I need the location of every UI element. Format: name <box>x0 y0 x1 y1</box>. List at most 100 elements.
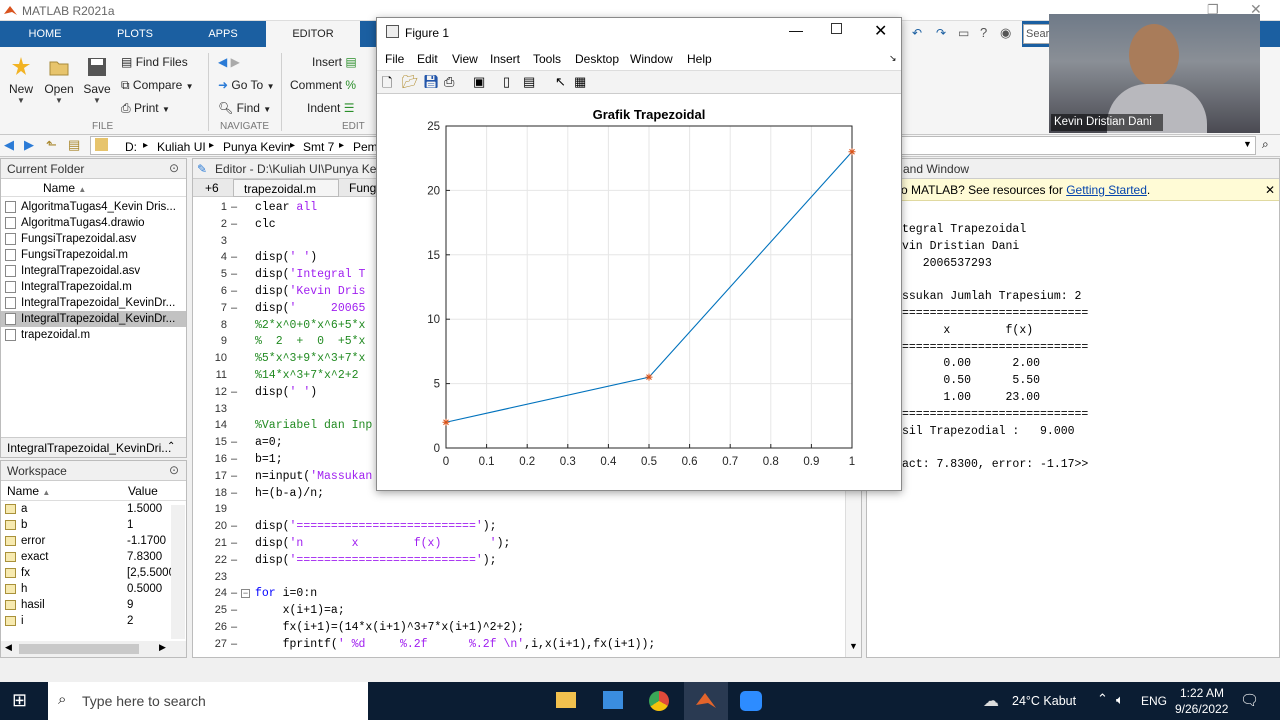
path-segment[interactable]: Punya Kevin <box>223 140 290 154</box>
line-number[interactable]: 3 <box>193 235 227 247</box>
list-item[interactable]: FungsiTrapezoidal.asv <box>1 231 186 247</box>
breakpoint-marker[interactable]: – <box>231 638 237 650</box>
control-panel-icon[interactable] <box>603 691 623 709</box>
line-number[interactable]: 1 <box>193 201 227 213</box>
code-line[interactable]: clear all <box>255 201 317 214</box>
help-icon[interactable]: ? <box>980 25 987 40</box>
weather-text[interactable]: 24°C Kabut <box>1012 694 1076 708</box>
breakpoint-marker[interactable]: – <box>231 218 237 230</box>
open-file-icon[interactable]: 📂︎ <box>402 74 419 90</box>
maximize-icon[interactable] <box>831 23 842 34</box>
breakpoint-marker[interactable]: – <box>231 285 237 297</box>
data-point-marker[interactable] <box>645 373 653 381</box>
line-number[interactable]: 5 <box>193 268 227 280</box>
list-item[interactable]: trapezoidal.m <box>1 327 186 343</box>
table-row[interactable]: i2 <box>1 613 186 629</box>
chevron-down-icon[interactable]: ▼ <box>1243 139 1252 149</box>
up-folder-icon[interactable]: ⬑ <box>46 137 57 153</box>
code-line[interactable]: %2*x^0+0*x^6+5*x <box>255 319 365 332</box>
menu-window[interactable]: Window <box>630 52 673 66</box>
search-documentation-input[interactable]: Searc <box>1023 24 1055 44</box>
breakpoint-marker[interactable]: – <box>231 520 237 532</box>
table-row[interactable]: h 0.5000 <box>1 581 186 597</box>
scroll-right-icon[interactable]: ▶ <box>159 642 166 653</box>
panel-menu-icon[interactable]: ⊙ <box>169 463 179 477</box>
vertical-scrollbar[interactable] <box>171 505 185 639</box>
close-icon[interactable]: ✕ <box>874 21 887 41</box>
clock-date[interactable]: 9/26/2022 <box>1175 702 1228 716</box>
list-item[interactable]: FungsiTrapezoidal.m <box>1 247 186 263</box>
back-icon[interactable]: ◀ <box>4 137 14 153</box>
new-button[interactable]: New ▼ <box>8 55 34 105</box>
breakpoint-marker[interactable]: – <box>231 537 237 549</box>
breakpoint-marker[interactable]: – <box>231 201 237 213</box>
table-row[interactable]: a 1.5000 <box>1 501 186 517</box>
print-button[interactable]: ⎙ Print ▼ <box>121 101 170 116</box>
line-number[interactable]: 22 <box>193 554 227 566</box>
clock-time[interactable]: 1:22 AM <box>1180 686 1224 700</box>
go-to-button[interactable]: ➜ Go To ▼ <box>218 78 274 92</box>
horizontal-scrollbar[interactable]: ◀ ▶ <box>1 641 186 657</box>
forward-icon[interactable]: ▶ <box>24 137 34 153</box>
menu-edit[interactable]: Edit <box>417 52 438 66</box>
insert-legend-icon[interactable]: ▤ <box>523 74 535 90</box>
table-row[interactable]: fx [2,5.5000 <box>1 565 186 581</box>
chevron-up-icon[interactable]: ⌃ <box>167 441 175 452</box>
list-item[interactable]: IntegralTrapezoidal_KevinDr... <box>1 311 186 327</box>
line-number[interactable]: 21 <box>193 537 227 549</box>
minimize-icon[interactable]: — <box>789 22 803 38</box>
line-number[interactable]: 20 <box>193 520 227 532</box>
breakpoint-marker[interactable]: – <box>231 587 237 599</box>
line-number[interactable]: 24 <box>193 587 227 599</box>
zoom-icon[interactable] <box>740 691 762 711</box>
code-line[interactable]: % 2 + 0 +5*x <box>255 335 365 348</box>
browse-folder-icon[interactable]: ▤ <box>68 137 80 153</box>
line-number[interactable]: 16 <box>193 453 227 465</box>
breakpoint-marker[interactable]: – <box>231 621 237 633</box>
path-segment[interactable]: D: <box>125 140 137 154</box>
code-line[interactable]: disp('Kevin Dris <box>255 285 365 298</box>
fold-toggle-icon[interactable]: − <box>241 589 250 598</box>
breakpoint-marker[interactable]: – <box>231 386 237 398</box>
breakpoint-marker[interactable]: – <box>231 453 237 465</box>
breakpoint-marker[interactable]: – <box>231 470 237 482</box>
code-line[interactable]: disp(' ') <box>255 386 317 399</box>
breakpoint-marker[interactable]: – <box>231 487 237 499</box>
line-number[interactable]: 2 <box>193 218 227 230</box>
dock-arrow-icon[interactable]: ↘ <box>889 53 897 64</box>
code-line[interactable]: %Variabel dan Inp <box>255 419 372 432</box>
tab-plots[interactable]: PLOTS <box>100 21 170 47</box>
open-button[interactable]: Open ▼ <box>44 55 74 105</box>
matlab-taskbar-button[interactable] <box>684 682 728 720</box>
windows-start-icon[interactable]: ⊞ <box>12 690 27 711</box>
scroll-left-icon[interactable]: ◀ <box>5 642 12 653</box>
breakpoint-marker[interactable]: – <box>231 554 237 566</box>
scrollbar-thumb[interactable] <box>19 644 139 654</box>
save-button[interactable]: Save ▼ <box>83 55 111 105</box>
code-line[interactable]: disp('=========================='); <box>255 520 497 533</box>
table-row[interactable]: b1 <box>1 517 186 533</box>
arrow-left-icon[interactable]: ◀ <box>218 55 227 69</box>
language-indicator[interactable]: ENG <box>1141 694 1167 708</box>
redo-icon[interactable]: ↷ <box>936 26 946 40</box>
data-point-marker[interactable] <box>848 148 856 156</box>
line-number[interactable]: 14 <box>193 419 227 431</box>
line-number[interactable]: 6 <box>193 285 227 297</box>
data-point-marker[interactable] <box>442 418 450 426</box>
code-line[interactable]: clc <box>255 218 276 231</box>
breakpoint-marker[interactable]: – <box>231 251 237 263</box>
path-segment[interactable]: Kuliah UI <box>157 140 206 154</box>
line-number[interactable]: 15 <box>193 436 227 448</box>
line-number[interactable]: 23 <box>193 571 227 583</box>
list-item[interactable]: IntegralTrapezoidal.asv <box>1 263 186 279</box>
column-name-header[interactable]: Name ▲ <box>7 481 50 503</box>
tab-trapezoidal[interactable]: trapezoidal.m <box>233 179 339 197</box>
menu-tools[interactable]: Tools <box>533 52 561 66</box>
chrome-icon[interactable] <box>649 691 669 711</box>
details-panel[interactable]: IntegralTrapezoidal_KevinDri... ⌃ <box>1 437 186 457</box>
comment-button[interactable]: Comment % <box>290 78 356 92</box>
code-line[interactable]: disp(' ') <box>255 251 317 264</box>
chevron-up-icon[interactable]: ⌃ <box>1097 691 1108 707</box>
line-number[interactable]: 7 <box>193 302 227 314</box>
file-explorer-icon[interactable] <box>556 692 576 708</box>
